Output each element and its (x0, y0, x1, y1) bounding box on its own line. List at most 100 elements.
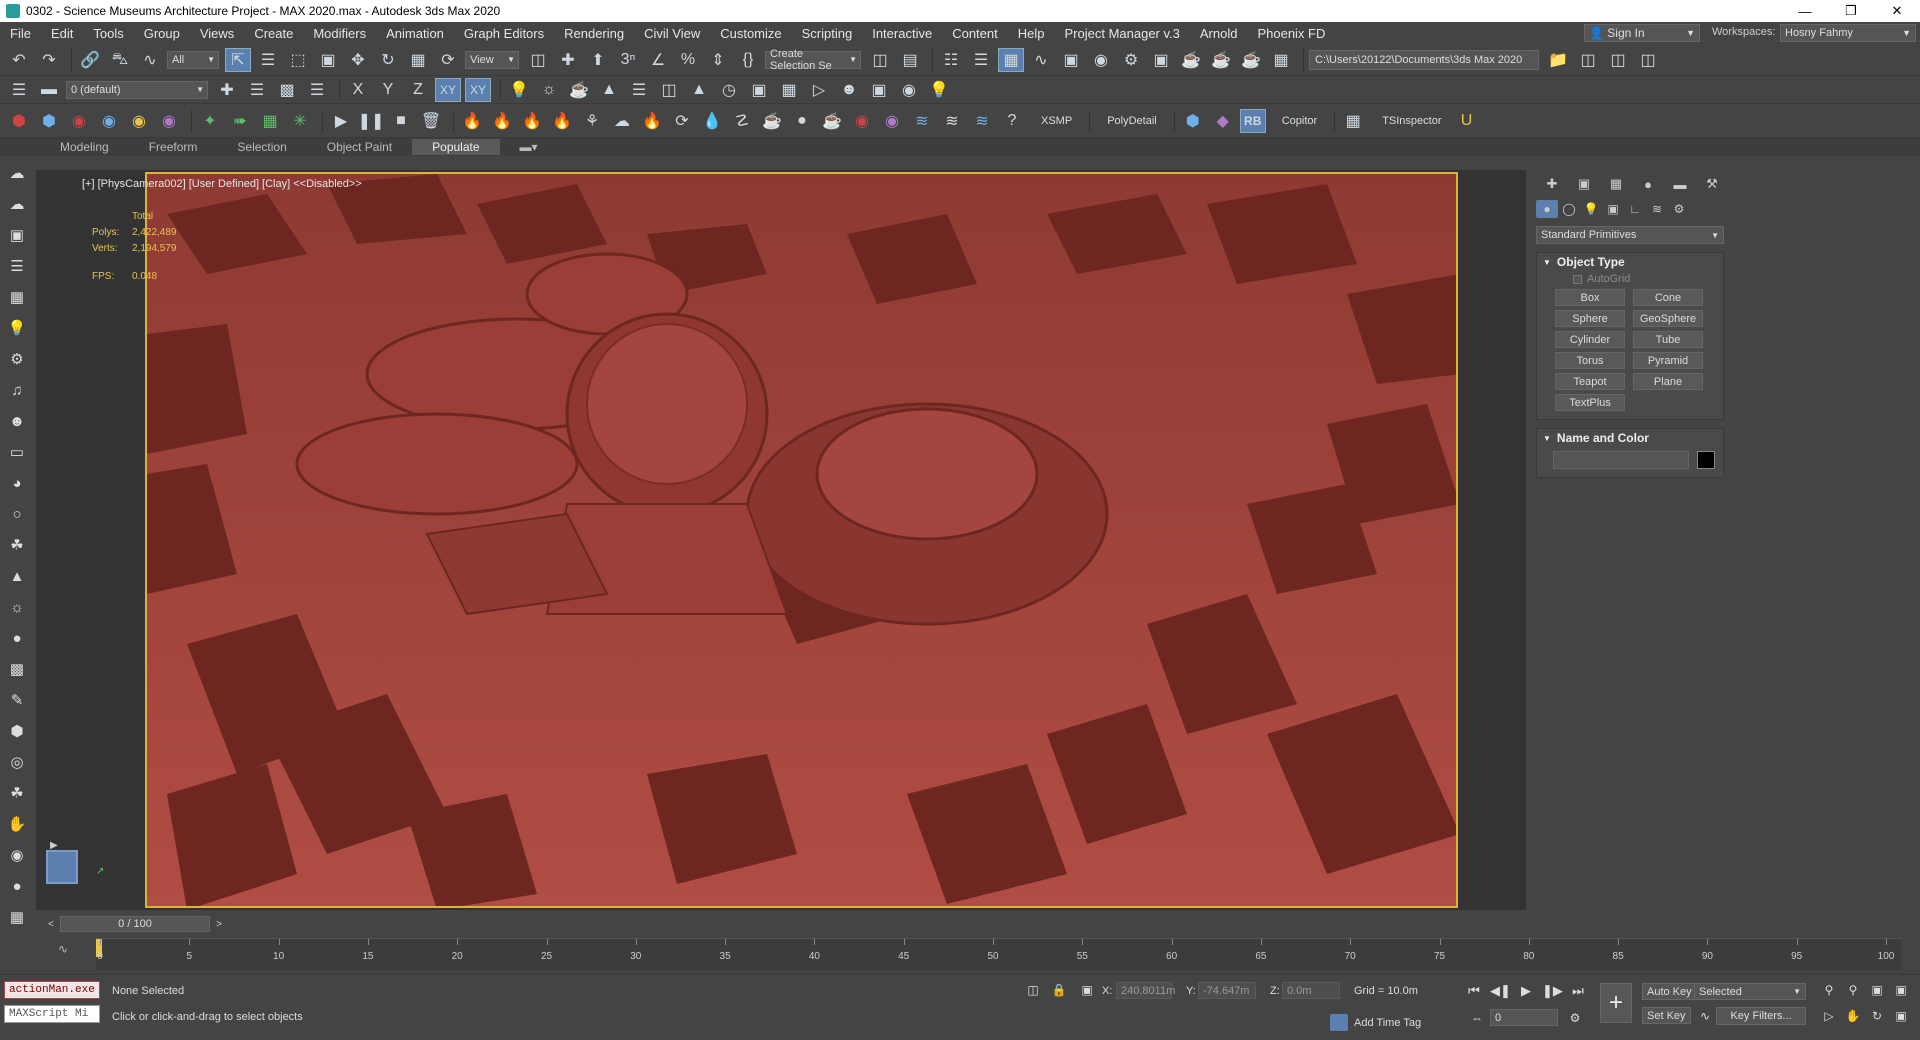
menu-customize[interactable]: Customize (710, 26, 791, 41)
tsinspector-button[interactable]: TSInspector (1382, 115, 1441, 127)
play-icon[interactable]: ▶ (1516, 983, 1536, 999)
green-node-icon[interactable]: ✦ (197, 109, 223, 133)
create-tab-icon[interactable]: ✚ (1536, 175, 1568, 193)
pivot-center-icon[interactable]: ◫ (525, 48, 551, 72)
menu-content[interactable]: Content (942, 26, 1008, 41)
workspace-select[interactable]: Hosny Fahmy ▼ (1780, 24, 1916, 42)
previous-frame-icon[interactable]: ◀❚ (1490, 983, 1511, 999)
hierarchy-tab-icon[interactable]: ▦ (1600, 175, 1632, 193)
maxscript-mini-listener[interactable]: MAXScript Mi (4, 1005, 100, 1023)
rotate-icon[interactable]: ↻ (375, 48, 401, 72)
chevron-left-icon[interactable]: < (44, 916, 58, 932)
minimize-button[interactable]: — (1782, 0, 1828, 22)
circle-grey-icon[interactable]: ● (4, 873, 30, 899)
cameras-icon[interactable]: ▣ (1602, 200, 1624, 218)
cup-icon[interactable]: ☕ (759, 109, 785, 133)
bulb-icon[interactable]: 💡 (4, 315, 30, 341)
project-window-icon-2[interactable]: ◫ (1605, 48, 1631, 72)
plant-icon[interactable]: ☘ (4, 532, 30, 558)
dome-icon[interactable]: ◕ (4, 470, 30, 496)
menu-civil-view[interactable]: Civil View (634, 26, 710, 41)
curve-editor-icon[interactable]: ∿ (1028, 48, 1054, 72)
fire-icon-3[interactable]: 🔥 (519, 109, 545, 133)
viewport-layout-tab[interactable] (46, 850, 78, 884)
align-icon[interactable]: ▤ (897, 48, 923, 72)
render-production-icon[interactable]: ☕ (1178, 48, 1204, 72)
menu-create[interactable]: Create (244, 26, 303, 41)
field-of-view-icon[interactable]: ▷ (1820, 1009, 1838, 1023)
circle-icon[interactable]: ○ (4, 501, 30, 527)
table-icon[interactable]: ▦ (4, 284, 30, 310)
display-tab-icon[interactable]: ▬ (1664, 175, 1696, 193)
tab-object-paint[interactable]: Object Paint (307, 139, 412, 155)
percent-snap-icon[interactable]: % (675, 48, 701, 72)
ocean-icon[interactable]: ◉ (879, 109, 905, 133)
set-key-button[interactable]: Set Key (1642, 1007, 1691, 1024)
menu-phoenix-fd[interactable]: Phoenix FD (1247, 26, 1335, 41)
hand-icon[interactable]: ✋ (4, 811, 30, 837)
water-drop-icon[interactable]: 💧 (699, 109, 725, 133)
layer-stack-icon[interactable]: ☰ (244, 78, 270, 102)
polydetail-button[interactable]: PolyDetail (1107, 115, 1157, 127)
rectangular-selection-icon[interactable]: ⬚ (285, 48, 311, 72)
time-configuration-icon[interactable]: ⚙ (1566, 1011, 1584, 1025)
plane-button[interactable]: Plane (1633, 373, 1703, 390)
current-frame-field[interactable]: 0 (1490, 1009, 1558, 1026)
plane-xy-button[interactable]: XY (435, 77, 461, 102)
cloud-outline-icon[interactable]: ☁ (4, 191, 30, 217)
yellow-sphere-icon[interactable]: ◉ (126, 109, 152, 133)
box-primitive-icon[interactable]: ⬢ (6, 109, 32, 133)
glass-icon[interactable]: ☡ (729, 109, 755, 133)
time-track[interactable]: 0 5 10 15 20 25 30 35 40 45 50 55 60 65 70 75 80 85 90 95 10… (96, 938, 1902, 970)
pyramid-button[interactable]: Pyramid (1633, 352, 1703, 369)
select-in-layer-icon[interactable]: ☰ (304, 78, 330, 102)
tsinspector-icon[interactable]: ▦ (1340, 109, 1366, 133)
zoom-icon[interactable]: ⚲ (1820, 983, 1838, 997)
cube-plugin-icon[interactable]: ⬢ (1180, 109, 1206, 133)
menu-modifiers[interactable]: Modifiers (303, 26, 376, 41)
badge-icon[interactable]: ◉ (4, 842, 30, 868)
select-by-name-icon[interactable]: ☰ (255, 48, 281, 72)
sound-icon[interactable]: ♫ (4, 377, 30, 403)
torus-button[interactable]: Torus (1555, 352, 1625, 369)
set-project-folder-icon[interactable]: 📁 (1545, 48, 1571, 72)
menu-animation[interactable]: Animation (376, 26, 454, 41)
edit-named-selection-icon[interactable]: {} (735, 48, 761, 72)
menu-rendering[interactable]: Rendering (554, 26, 634, 41)
teapot-button[interactable]: Teapot (1555, 373, 1625, 390)
sun-icon[interactable]: ☼ (4, 594, 30, 620)
grid-icon[interactable]: ▦ (4, 904, 30, 930)
axis-z-button[interactable]: Z (405, 78, 431, 102)
create-layer-icon[interactable]: ✚ (214, 78, 240, 102)
u-plugin-icon[interactable]: U (1454, 109, 1480, 133)
menu-edit[interactable]: Edit (41, 26, 83, 41)
foam-icon[interactable]: ≋ (939, 109, 965, 133)
orbit-icon[interactable]: ↻ (1868, 1009, 1886, 1023)
link-icon[interactable]: 🔗 (77, 48, 103, 72)
menu-graph-editors[interactable]: Graph Editors (454, 26, 554, 41)
cone-button[interactable]: Cone (1633, 289, 1703, 306)
expand-icon[interactable]: ▦ (776, 78, 802, 102)
water-icon[interactable]: ◉ (96, 109, 122, 133)
time-tag-icon[interactable] (1330, 1014, 1348, 1031)
flame-icon[interactable]: 🔥 (639, 109, 665, 133)
copitor-button[interactable]: Copitor (1282, 115, 1317, 127)
tab-populate[interactable]: Populate (412, 139, 500, 155)
close-button[interactable]: ✕ (1874, 0, 1920, 22)
add-to-layer-icon[interactable]: ▩ (274, 78, 300, 102)
rect-icon[interactable]: ▭ (4, 439, 30, 465)
viewport-icon[interactable]: ▣ (746, 78, 772, 102)
maximize-viewport-icon[interactable]: ▣ (1892, 1009, 1910, 1023)
wave-icon[interactable]: ≋ (909, 109, 935, 133)
utilities-tab-icon[interactable]: ⚒ (1696, 175, 1728, 193)
chevron-right-icon[interactable]: > (212, 916, 226, 932)
zoom-extents-icon[interactable]: ▣ (1868, 983, 1886, 997)
plane-xy-cycle-button[interactable]: XY (465, 77, 491, 102)
cylinder-button[interactable]: Cylinder (1555, 331, 1625, 348)
lights-icon[interactable]: 💡 (1580, 200, 1602, 218)
diamond-plugin-icon[interactable]: ◆ (1210, 109, 1236, 133)
go-to-start-icon[interactable]: ⏮ (1464, 983, 1484, 999)
default-in-out-icon[interactable]: ∿ (1696, 1009, 1714, 1023)
tab-modeling[interactable]: Modeling (40, 139, 129, 155)
mini-curve-editor-icon[interactable]: ∿ (58, 942, 68, 956)
